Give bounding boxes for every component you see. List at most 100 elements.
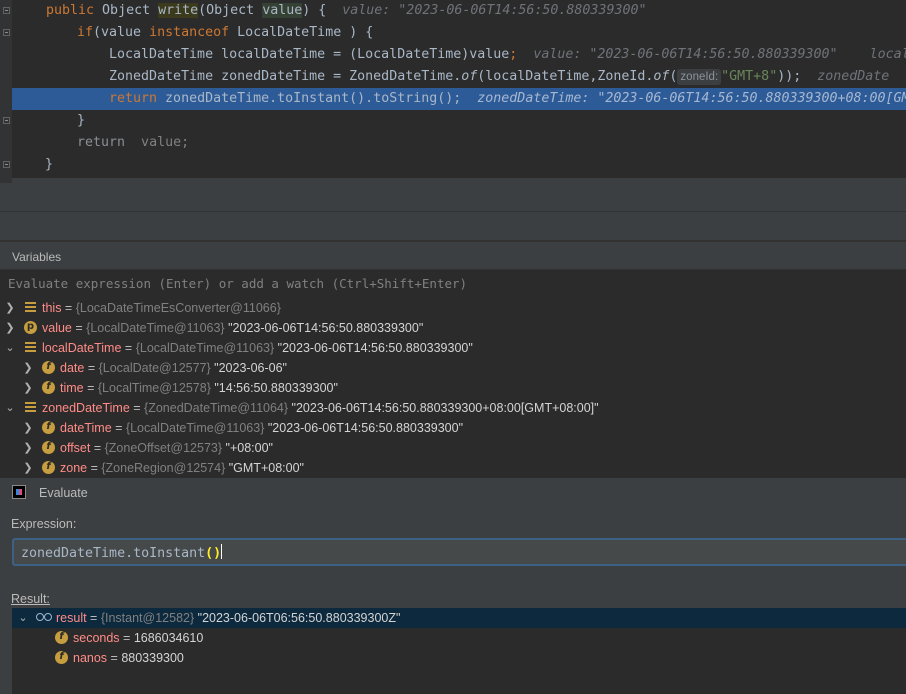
code-line-2[interactable]: if(value instanceof LocalDateTime ) { <box>12 22 906 44</box>
chevron-right-icon[interactable]: ❯ <box>5 298 15 318</box>
code-line-7[interactable]: return value; <box>12 132 906 154</box>
variable-name: date <box>60 361 85 375</box>
code-token: } <box>45 157 54 172</box>
variable-row-value[interactable]: ❯ value = {LocalDateTime@11063} "2023-06… <box>0 317 906 338</box>
fold-marker-icon[interactable] <box>3 117 10 124</box>
code-token: value; <box>125 135 190 150</box>
variable-type: {ZonedDateTime@11064} <box>144 401 289 415</box>
variable-name: dateTime <box>60 421 112 435</box>
code-token: LocalDateTime localDateTime = (LocalDate… <box>109 47 510 62</box>
parameter-name-hint: zoneId: <box>677 69 722 85</box>
code-token: of <box>461 69 478 84</box>
expression-code: zonedDateTime.toInstant <box>21 546 206 561</box>
debugger-tabs-bar[interactable] <box>0 183 906 212</box>
chevron-right-icon[interactable]: ❯ <box>23 358 33 378</box>
keyword-public: public <box>46 3 95 18</box>
variable-value: "2023-06-06" <box>214 361 287 375</box>
variable-row-localDateTime[interactable]: ⌄ localDateTime = {LocalDateTime@11063} … <box>0 338 906 358</box>
code-line-6[interactable]: } <box>12 110 906 132</box>
variable-row-date[interactable]: ❯ date = {LocalDate@12577} "2023-06-06" <box>0 357 906 378</box>
result-type: {Instant@12582} <box>100 611 195 625</box>
debug-inline-hint: localDa <box>869 47 906 62</box>
variable-row-time[interactable]: ❯ time = {LocalTime@12578} "14:56:50.880… <box>0 377 906 398</box>
code-token: (value <box>93 25 150 40</box>
code-token: LocalDateTime ) { <box>229 25 374 40</box>
debug-inline-hint: value: "2023-06-06T14:56:50.880339300" <box>533 47 838 62</box>
method-name-write: write <box>158 3 199 18</box>
field-value: 1686034610 <box>133 631 204 645</box>
field-name: nanos <box>73 651 108 665</box>
variable-name: value <box>42 321 72 335</box>
intellij-app-icon <box>12 485 26 499</box>
expression-parens: () <box>205 546 222 561</box>
result-child-seconds[interactable]: seconds = 1686034610 <box>12 627 906 648</box>
code-token: ( <box>669 69 678 84</box>
variable-type: {ZoneOffset@12573} <box>104 441 223 455</box>
variable-type: {ZoneRegion@12574} <box>101 461 226 475</box>
result-label: Result: <box>11 592 50 606</box>
expression-input[interactable]: zonedDateTime.toInstant() <box>12 538 906 566</box>
chevron-down-icon[interactable]: ⌄ <box>18 608 28 628</box>
editor-gutter[interactable] <box>0 0 12 183</box>
chevron-right-icon[interactable]: ❯ <box>23 438 33 458</box>
code-editor[interactable]: public Object write(Object value) { valu… <box>0 0 906 183</box>
param-value: value <box>262 3 303 18</box>
code-token: ) { <box>302 3 327 18</box>
variable-row-offset[interactable]: ❯ offset = {ZoneOffset@12573} "+08:00" <box>0 437 906 458</box>
variable-row-zone[interactable]: ❯ zone = {ZoneRegion@12574} "GMT+08:00" <box>0 457 906 476</box>
field-icon <box>42 357 55 377</box>
variable-type: {LocalDateTime@11063} <box>125 421 265 435</box>
variable-name: offset <box>60 441 91 455</box>
chevron-right-icon[interactable]: ❯ <box>5 318 15 338</box>
field-icon <box>42 457 55 476</box>
code-line-4[interactable]: ZonedDateTime zonedDateTime = ZonedDateT… <box>12 66 906 88</box>
fold-marker-icon[interactable] <box>3 161 10 168</box>
keyword-return: return <box>77 135 126 150</box>
variable-row-zonedDateTime[interactable]: ⌄ zonedDateTime = {ZonedDateTime@11064} … <box>0 398 906 418</box>
variables-title: Variables <box>12 250 62 264</box>
result-name: result <box>56 611 87 625</box>
evaluate-expression-input[interactable]: Evaluate expression (Enter) or add a wat… <box>0 269 906 299</box>
variable-row-dateTime[interactable]: ❯ dateTime = {LocalDateTime@11063} "2023… <box>0 417 906 438</box>
fold-marker-icon[interactable] <box>3 29 10 36</box>
chevron-down-icon[interactable]: ⌄ <box>5 338 15 358</box>
debug-inline-hint: zonedDate <box>817 69 890 84</box>
variable-value: "2023-06-06T14:56:50.880339300+08:00[GMT… <box>291 401 599 415</box>
variables-tree[interactable]: ❯ this = {LocaDateTimeEsConverter@11066}… <box>0 298 906 476</box>
debugger-toolbar[interactable] <box>0 212 906 241</box>
chevron-right-icon[interactable]: ❯ <box>23 418 33 438</box>
variable-name: this <box>42 301 62 315</box>
field-icon <box>42 377 55 397</box>
field-icon <box>55 647 68 667</box>
field-name: seconds <box>73 631 120 645</box>
watch-glasses-icon <box>36 613 52 622</box>
chevron-right-icon[interactable]: ❯ <box>23 378 33 398</box>
result-child-nanos[interactable]: nanos = 880339300 <box>12 647 906 668</box>
code-line-5-execution-point[interactable]: return zonedDateTime.toInstant().toStrin… <box>12 88 906 110</box>
fold-marker-icon[interactable] <box>3 7 10 14</box>
text-caret <box>221 544 223 559</box>
result-row[interactable]: ⌄ result = {Instant@12582} "2023-06-06T0… <box>12 608 906 628</box>
result-tree[interactable]: ⌄ result = {Instant@12582} "2023-06-06T0… <box>12 608 906 694</box>
code-line-1[interactable]: public Object write(Object value) { valu… <box>12 0 906 22</box>
debug-inline-hint: zonedDateTime: "2023-06-06T14:56:50.8803… <box>477 91 906 106</box>
evaluate-dialog-title: Evaluate <box>39 486 88 500</box>
evaluate-dialog[interactable]: Evaluate Expression: zonedDateTime.toIns… <box>0 477 906 694</box>
variable-name: zonedDateTime <box>42 401 130 415</box>
code-line-3[interactable]: LocalDateTime localDateTime = (LocalDate… <box>12 44 906 66</box>
variable-value: "14:56:50.880339300" <box>214 381 338 395</box>
variable-name: localDateTime <box>42 341 122 355</box>
object-icon <box>24 341 37 354</box>
variable-value: "2023-06-06T14:56:50.880339300" <box>267 421 464 435</box>
chevron-right-icon[interactable]: ❯ <box>23 458 33 476</box>
variable-name: zone <box>60 461 88 475</box>
variable-value: "2023-06-06T14:56:50.880339300" <box>228 321 424 335</box>
code-line-8[interactable]: } <box>12 154 906 176</box>
code-token: of <box>653 69 670 84</box>
variable-row-this[interactable]: ❯ this = {LocaDateTimeEsConverter@11066} <box>0 298 906 318</box>
object-icon <box>24 301 37 314</box>
variable-type: {LocalTime@12578} <box>97 381 211 395</box>
chevron-down-icon[interactable]: ⌄ <box>5 398 15 418</box>
field-icon <box>55 627 68 647</box>
code-token: (localDateTime,ZoneId. <box>477 69 654 84</box>
